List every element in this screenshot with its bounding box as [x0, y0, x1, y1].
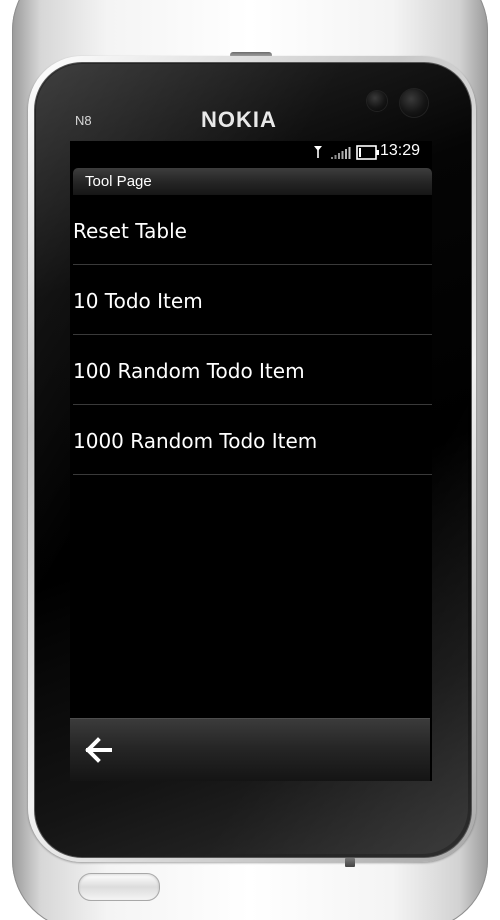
- bottom-toolbar: [70, 718, 430, 781]
- proximity-sensor: [367, 91, 387, 111]
- menu-item-label: 100 Random Todo Item: [73, 359, 305, 383]
- device-frame: N8 NOKIA 13:29 Tool Page Reset Table 10 …: [0, 0, 500, 920]
- menu-item-label: 10 Todo Item: [73, 289, 203, 313]
- menu-item-1000-random-todo[interactable]: 1000 Random Todo Item: [73, 405, 432, 475]
- menu-key[interactable]: [78, 873, 160, 901]
- tool-menu-list: Reset Table 10 Todo Item 100 Random Todo…: [73, 195, 432, 475]
- brand-logo: NOKIA: [201, 107, 277, 132]
- page-title: Tool Page: [85, 173, 152, 190]
- menu-item-label: Reset Table: [73, 219, 187, 243]
- antenna-icon: [314, 146, 322, 158]
- front-camera: [400, 89, 428, 117]
- status-bar: 13:29: [70, 141, 432, 165]
- app-screen: 13:29 Tool Page Reset Table 10 Todo Item…: [70, 141, 432, 781]
- menu-item-label: 1000 Random Todo Item: [73, 429, 318, 453]
- back-arrow-icon: [85, 737, 112, 763]
- menu-item-100-random-todo[interactable]: 100 Random Todo Item: [73, 335, 432, 405]
- signal-strength-icon: [331, 147, 351, 159]
- menu-item-10-todo[interactable]: 10 Todo Item: [73, 265, 432, 335]
- menu-item-reset-table[interactable]: Reset Table: [73, 195, 432, 265]
- model-label: N8: [75, 113, 92, 128]
- back-button[interactable]: [84, 735, 116, 765]
- status-clock: 13:29: [380, 142, 421, 159]
- microphone-hole: [345, 858, 355, 867]
- title-bar: Tool Page: [73, 168, 432, 195]
- battery-icon: [356, 145, 379, 160]
